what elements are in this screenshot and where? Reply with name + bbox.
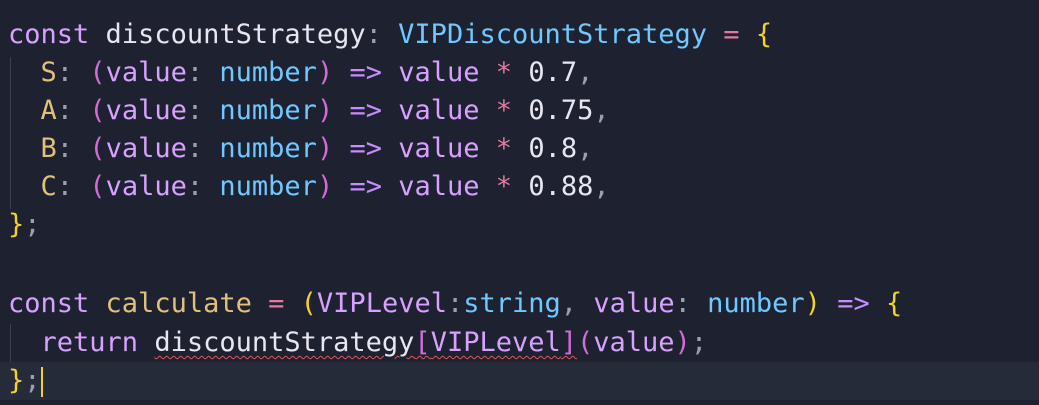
param-vip-level: VIPLevel xyxy=(316,288,447,319)
property-key: A xyxy=(40,95,57,126)
close-paren: ) xyxy=(316,57,334,88)
code-line-calculate[interactable]: const calculate = (VIPLevel:string, valu… xyxy=(0,285,1039,323)
code-line-blank[interactable] xyxy=(0,244,1039,282)
comma: , xyxy=(560,288,578,319)
colon: : xyxy=(56,95,74,126)
code-line-1[interactable]: const discountStrategy: VIPDiscountStrat… xyxy=(0,16,1039,54)
value-ref: value xyxy=(398,95,480,126)
close-brace: } xyxy=(8,365,25,396)
factor-number: 0.7 xyxy=(528,57,578,88)
colon: : xyxy=(56,57,74,88)
multiply-operator: * xyxy=(495,171,513,202)
comma: , xyxy=(593,171,610,202)
type-number: number xyxy=(707,288,805,319)
close-paren: ) xyxy=(316,133,334,164)
semicolon: ; xyxy=(24,365,41,396)
text-cursor xyxy=(40,366,43,397)
close-bracket: ] xyxy=(560,327,577,358)
code-editor[interactable]: const discountStrategy: VIPDiscountStrat… xyxy=(0,0,1039,405)
open-paren: ( xyxy=(577,327,594,358)
property-key: B xyxy=(40,133,57,164)
colon: : xyxy=(56,171,74,202)
value-ref: value xyxy=(398,133,480,164)
code-line-return[interactable]: return discountStrategy[VIPLevel](value)… xyxy=(0,324,1039,362)
code-line-close-object[interactable]: }; xyxy=(0,206,1039,244)
param-type: number xyxy=(219,95,317,126)
equals-operator: = xyxy=(723,19,740,50)
arrow-operator: => xyxy=(349,57,382,88)
code-line-entry-s[interactable]: S: (value: number) => value * 0.7, xyxy=(0,54,1039,92)
factor-number: 0.8 xyxy=(528,133,578,164)
param-type: number xyxy=(219,171,317,202)
open-paren: ( xyxy=(300,288,317,319)
code-line-close-function[interactable]: }; xyxy=(0,362,1039,400)
factor-number: 0.88 xyxy=(528,171,594,202)
close-paren: ) xyxy=(316,95,334,126)
close-paren: ) xyxy=(674,327,691,358)
index-vip-level: VIPLevel xyxy=(430,327,561,358)
arg-value: value xyxy=(593,327,675,358)
comma: , xyxy=(577,133,594,164)
colon: : xyxy=(365,19,382,50)
multiply-operator: * xyxy=(495,57,513,88)
open-paren: ( xyxy=(89,171,106,202)
keyword-return: return xyxy=(40,327,139,358)
code-line-entry-b[interactable]: B: (value: number) => value * 0.8, xyxy=(0,130,1039,168)
comma: , xyxy=(593,95,610,126)
open-bracket: [ xyxy=(414,327,431,358)
colon: : xyxy=(56,133,74,164)
open-brace: { xyxy=(885,288,903,319)
arrow-operator: => xyxy=(349,133,382,164)
keyword-const: const xyxy=(8,288,90,319)
property-key: C xyxy=(40,171,57,202)
error-squiggle[interactable]: discountStrategy[VIPLevel] xyxy=(154,327,577,358)
identifier-calculate: calculate xyxy=(105,288,252,319)
open-paren: ( xyxy=(89,57,106,88)
code-line-entry-a[interactable]: A: (value: number) => value * 0.75, xyxy=(0,92,1039,130)
type-string: string xyxy=(463,288,561,319)
multiply-operator: * xyxy=(495,95,513,126)
colon: : xyxy=(446,288,464,319)
colon: : xyxy=(674,288,691,319)
equals-operator: = xyxy=(268,288,285,319)
param-name: value xyxy=(105,95,187,126)
identifier-discount-strategy: discountStrategy xyxy=(154,327,415,358)
param-type: number xyxy=(219,57,317,88)
multiply-operator: * xyxy=(495,133,513,164)
identifier-discount-strategy: discountStrategy xyxy=(105,19,366,50)
factor-number: 0.75 xyxy=(528,95,594,126)
param-name: value xyxy=(105,57,187,88)
value-ref: value xyxy=(398,171,480,202)
code-line-entry-c[interactable]: C: (value: number) => value * 0.88, xyxy=(0,168,1039,206)
open-brace: { xyxy=(755,19,773,50)
keyword-const: const xyxy=(8,19,90,50)
type-vip-discount-strategy: VIPDiscountStrategy xyxy=(398,19,708,50)
close-paren: ) xyxy=(316,171,334,202)
param-name: value xyxy=(105,171,187,202)
arrow-operator: => xyxy=(349,95,382,126)
colon: : xyxy=(186,171,204,202)
open-paren: ( xyxy=(89,95,106,126)
param-name: value xyxy=(105,133,187,164)
arrow-operator: => xyxy=(349,171,382,202)
open-paren: ( xyxy=(89,133,106,164)
semicolon: ; xyxy=(24,209,41,240)
arrow-operator: => xyxy=(837,288,870,319)
colon: : xyxy=(186,57,204,88)
value-ref: value xyxy=(398,57,480,88)
property-key: S xyxy=(40,57,57,88)
param-type: number xyxy=(219,133,317,164)
close-brace: } xyxy=(8,209,25,240)
colon: : xyxy=(186,133,204,164)
semicolon: ; xyxy=(690,327,708,358)
param-value: value xyxy=(593,288,675,319)
close-paren: ) xyxy=(804,288,821,319)
colon: : xyxy=(186,95,204,126)
comma: , xyxy=(577,57,594,88)
